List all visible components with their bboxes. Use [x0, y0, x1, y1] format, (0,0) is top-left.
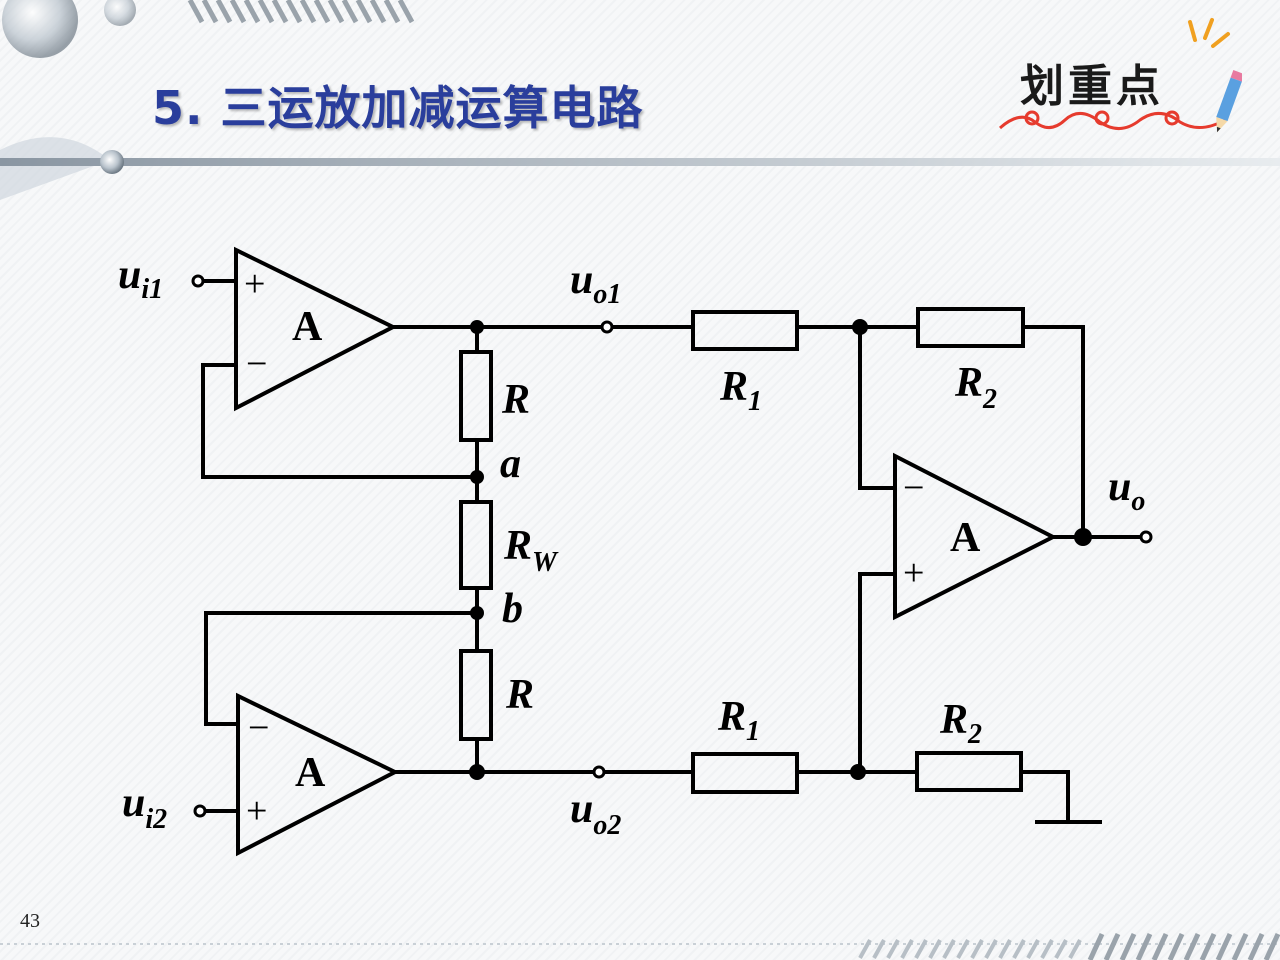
junction-bottom-out — [469, 764, 485, 780]
terminal-uo — [1139, 530, 1153, 544]
footer-decoration — [0, 932, 1280, 960]
resistor-r-bottom — [459, 649, 493, 741]
junction-a — [470, 470, 484, 484]
junction-top-r1 — [852, 319, 868, 335]
label-r-bottom: R — [505, 672, 534, 718]
label-uo: uo — [1108, 464, 1145, 517]
label-r1-bottom: R1 — [717, 694, 760, 747]
op-amp-output-plus: + — [903, 552, 924, 594]
resistor-r2-bottom — [915, 751, 1023, 792]
junction-output — [1074, 528, 1092, 546]
junction-b — [470, 606, 484, 620]
label-uo2: uo2 — [570, 786, 621, 841]
op-amp-top-label: A — [292, 304, 323, 350]
op-amp-output-minus: − — [903, 467, 924, 509]
op-amp-bottom-plus: + — [246, 790, 267, 832]
wire-r2-feedback — [1023, 325, 1085, 537]
label-ui1: ui1 — [118, 252, 163, 305]
resistor-rw — [459, 500, 493, 590]
label-r-top: R — [501, 377, 530, 423]
label-ui2: ui2 — [122, 780, 167, 835]
circuit-diagram: A + − A − + A − + ui1 ui2 uo1 uo2 uo R R… — [118, 246, 1153, 857]
wire-noninv-input — [858, 572, 895, 772]
wire-feedback-bottom — [204, 611, 477, 726]
op-amp-top-minus: − — [246, 343, 267, 385]
op-amp-top-plus: + — [244, 263, 265, 305]
op-amp-output-label: A — [950, 515, 981, 561]
terminal-ui1 — [191, 274, 205, 288]
terminal-uo1 — [600, 320, 614, 334]
wire-inv-input — [858, 327, 895, 490]
resistor-r1-top — [691, 310, 799, 351]
junction-top-out — [470, 320, 484, 334]
op-amp-bottom-minus: − — [248, 707, 269, 749]
page-number: 43 — [20, 910, 40, 932]
label-uo1: uo1 — [570, 257, 621, 310]
resistor-r2-top — [916, 307, 1025, 348]
op-amp-bottom-label: A — [295, 750, 326, 796]
label-node-b: b — [502, 586, 523, 632]
terminal-uo2 — [592, 765, 606, 779]
wire-feedback-top — [201, 363, 477, 479]
label-rw: RW — [503, 523, 559, 578]
label-r2-bottom: R2 — [939, 697, 982, 750]
label-node-a: a — [500, 441, 521, 487]
junction-bottom-r1 — [850, 764, 866, 780]
resistor-r-top — [459, 350, 493, 442]
label-r1-top: R1 — [719, 364, 762, 417]
resistor-r1-bottom — [691, 752, 799, 794]
label-r2-top: R2 — [954, 360, 997, 415]
wire-ground — [1021, 770, 1070, 822]
terminal-ui2 — [193, 804, 207, 818]
